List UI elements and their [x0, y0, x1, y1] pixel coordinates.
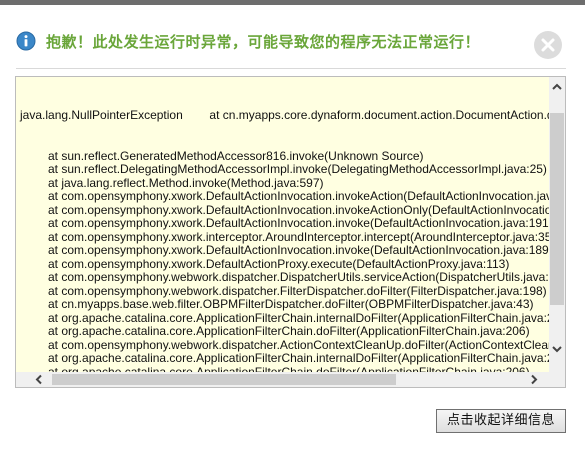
info-icon	[16, 31, 36, 51]
stack-trace-line: at com.opensymphony.xwork.DefaultActionI…	[48, 243, 549, 257]
chevron-up-icon	[552, 83, 562, 90]
stack-trace-line: at sun.reflect.GeneratedMethodAccessor81…	[48, 148, 424, 163]
scroll-right-button[interactable]	[526, 372, 542, 387]
scroll-up-button[interactable]	[549, 79, 565, 95]
scrollbar-corner	[549, 372, 565, 387]
stack-trace-line: at com.opensymphony.xwork.DefaultActionI…	[48, 216, 549, 230]
vertical-scroll-thumb[interactable]	[550, 113, 564, 305]
scroll-down-button[interactable]	[549, 341, 565, 357]
chevron-left-icon	[35, 374, 42, 385]
dialog-title: 抱歉！此处发生运行时异常，可能导致您的程序无法正常运行！	[46, 33, 481, 51]
stack-trace-line: at com.opensymphony.webwork.dispatcher.F…	[48, 283, 547, 298]
stack-trace-line: at sun.reflect.DelegatingMethodAccessorI…	[48, 162, 547, 176]
stack-trace-line: at com.opensymphony.xwork.DefaultActionP…	[48, 256, 510, 271]
vertical-scrollbar[interactable]	[549, 77, 565, 372]
stack-trace-line: at org.apache.catalina.core.ApplicationF…	[48, 310, 549, 325]
stack-trace-line: at org.apache.catalina.core.ApplicationF…	[48, 324, 530, 338]
stack-trace-line: at com.opensymphony.webwork.dispatcher.D…	[48, 270, 549, 284]
stack-trace-line: at org.apache.catalina.core.ApplicationF…	[48, 351, 549, 365]
chevron-right-icon	[531, 374, 538, 385]
stack-trace-panel[interactable]: java.lang.NullPointerException at cn.mya…	[15, 76, 566, 388]
stack-trace-viewport: java.lang.NullPointerException at cn.mya…	[16, 77, 549, 372]
scroll-left-button[interactable]	[31, 372, 47, 387]
toggle-details-button[interactable]: 点击收起详细信息	[436, 409, 566, 433]
horizontal-scrollbar[interactable]	[16, 372, 549, 387]
stack-trace-line: at com.opensymphony.xwork.interceptor.Ar…	[48, 229, 549, 244]
stack-trace-line: at com.opensymphony.webwork.dispatcher.A…	[48, 337, 549, 352]
horizontal-scroll-thumb[interactable]	[52, 374, 396, 385]
header-divider	[16, 68, 566, 69]
stack-trace-line: at cn.myapps.base.web.filter.OBPMFilterD…	[48, 297, 534, 311]
stack-trace-line: at com.opensymphony.xwork.DefaultActionI…	[48, 189, 549, 203]
close-icon	[541, 38, 555, 52]
dialog-header: 抱歉！此处发生运行时异常，可能导致您的程序无法正常运行！	[0, 5, 585, 67]
chevron-down-icon	[552, 346, 562, 353]
stack-trace-line: at java.lang.reflect.Method.invoke(Metho…	[48, 175, 324, 190]
close-button[interactable]	[534, 31, 562, 59]
exception-line: java.lang.NullPointerException at cn.mya…	[20, 108, 549, 122]
stack-trace-line: at com.opensymphony.xwork.DefaultActionI…	[48, 202, 549, 217]
